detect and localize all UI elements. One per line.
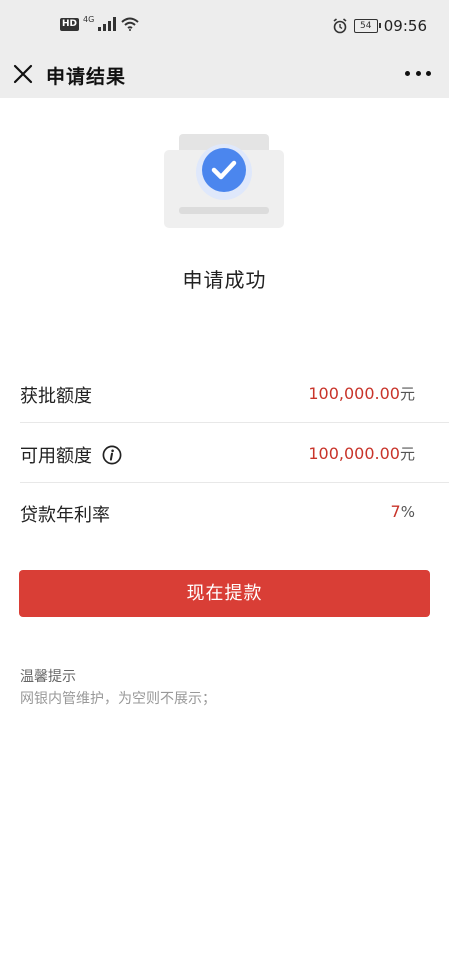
info-row-available-amount: 可用额度 100,000.00元 bbox=[20, 424, 449, 483]
approved-amount-number: 100,000.00 bbox=[308, 384, 400, 403]
more-dot-icon bbox=[426, 70, 431, 76]
tips-title: 温馨提示 bbox=[20, 669, 76, 685]
status-time: 09:56 bbox=[383, 17, 427, 35]
available-amount-label: 可用额度 bbox=[20, 446, 92, 467]
available-amount-number: 100,000.00 bbox=[308, 444, 400, 463]
interest-rate-label: 贷款年利率 bbox=[20, 505, 110, 526]
page-title: 申请结果 bbox=[46, 66, 127, 88]
available-amount-unit: 元 bbox=[399, 445, 415, 463]
close-icon bbox=[13, 64, 33, 84]
alarm-icon bbox=[333, 18, 347, 34]
approved-amount-label: 获批额度 bbox=[20, 386, 92, 407]
result-status-text: 申请成功 bbox=[182, 268, 267, 292]
interest-rate-number: 7 bbox=[390, 502, 401, 521]
battery-icon: 54 bbox=[353, 19, 381, 33]
more-dot-icon bbox=[415, 70, 421, 76]
network-type-label: 4G bbox=[83, 14, 95, 24]
available-amount-value: 100,000.00元 bbox=[308, 443, 415, 464]
info-row-interest-rate: 贷款年利率 7% bbox=[20, 483, 449, 542]
success-illustration bbox=[163, 134, 285, 230]
approved-amount-unit: 元 bbox=[399, 385, 415, 403]
status-left: HD 4G bbox=[60, 14, 140, 31]
battery-level: 54 bbox=[360, 21, 372, 31]
info-icon[interactable] bbox=[102, 445, 122, 465]
tips-text: 网银内管维护，为空则不展示； bbox=[20, 691, 216, 707]
close-button[interactable] bbox=[12, 63, 34, 85]
row-label: 贷款年利率 bbox=[20, 501, 110, 527]
nav-bar: 申请结果 bbox=[0, 54, 449, 98]
more-button[interactable] bbox=[405, 64, 431, 82]
hd-badge: HD bbox=[60, 17, 80, 31]
approved-amount-value: 100,000.00元 bbox=[308, 383, 415, 404]
status-bar: HD 4G 54 09:56 bbox=[0, 0, 449, 54]
info-row-approved-amount: 获批额度 100,000.00元 bbox=[20, 364, 449, 423]
wifi-icon bbox=[121, 17, 139, 31]
more-dot-icon bbox=[405, 70, 410, 76]
interest-rate-value: 7% bbox=[391, 502, 415, 521]
row-label: 获批额度 bbox=[20, 382, 92, 408]
withdraw-now-button[interactable]: 现在提款 bbox=[19, 570, 430, 617]
signal-icon bbox=[98, 17, 117, 31]
success-envelope-icon bbox=[164, 134, 284, 228]
interest-rate-unit: % bbox=[400, 503, 415, 521]
status-right: 54 09:56 bbox=[332, 17, 427, 35]
row-label: 可用额度 bbox=[20, 442, 122, 468]
